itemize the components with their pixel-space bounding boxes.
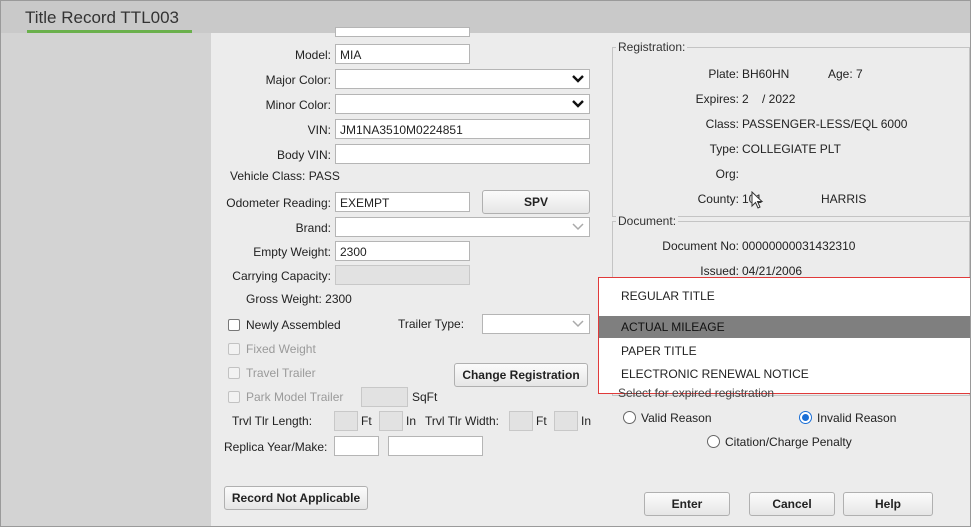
issued-value: 04/21/2006 [742, 264, 803, 278]
sqft-input[interactable] [361, 387, 408, 407]
registration-legend: Registration: [616, 40, 688, 54]
issued-label: Issued: [700, 264, 739, 278]
vin-label: VIN: [307, 123, 331, 137]
width-ft-label: Ft [536, 414, 547, 428]
class-label: Class: [705, 117, 739, 131]
vehicle-class-label: Vehicle Class: [230, 169, 306, 183]
travel-trailer-checkbox[interactable] [228, 367, 240, 379]
chevron-down-icon [572, 75, 584, 83]
gross-weight-value: 2300 [325, 292, 352, 306]
length-in-label: In [406, 414, 417, 428]
expires-label: Expires: [695, 92, 739, 106]
plate-value: BH60HN [742, 67, 790, 81]
vehicle-class-value: PASS [308, 169, 340, 183]
width-in-input[interactable] [554, 411, 578, 431]
minor-color-label: Minor Color: [265, 98, 331, 112]
brand-select[interactable] [335, 217, 590, 237]
gross-weight-label: Gross Weight: [246, 292, 322, 306]
title-type-dropdown[interactable]: REGULAR TITLE ACTUAL MILEAGE PAPER TITLE… [598, 277, 970, 394]
change-registration-button[interactable]: Change Registration [454, 363, 588, 387]
valid-reason-label: Valid Reason [641, 411, 712, 425]
vehicle-class: Vehicle Class: PASS [230, 169, 340, 183]
chevron-down-icon [572, 223, 584, 231]
fixed-weight-checkbox[interactable] [228, 343, 240, 355]
citation-penalty-label: Citation/Charge Penalty [725, 435, 852, 449]
age-value: 7 [856, 67, 863, 81]
body-vin-input[interactable] [335, 144, 590, 164]
doc-no-value: 00000000031432310 [742, 239, 856, 253]
travel-trailer-label: Travel Trailer [246, 366, 316, 380]
enter-button[interactable]: Enter [644, 492, 730, 516]
replica-make-input[interactable] [388, 436, 483, 456]
park-model-trailer-label: Park Model Trailer [246, 390, 344, 404]
fixed-weight-label: Fixed Weight [246, 342, 316, 356]
title-bar: Title Record TTL003 [1, 1, 970, 33]
carrying-capacity-label: Carrying Capacity: [232, 269, 331, 283]
window-title: Title Record TTL003 [25, 8, 180, 27]
year-input-partial[interactable] [335, 27, 470, 37]
help-button[interactable]: Help [843, 492, 933, 516]
invalid-reason-label: Invalid Reason [817, 411, 897, 425]
dropdown-option-electronic-renewal-notice[interactable]: ELECTRONIC RENEWAL NOTICE [599, 363, 970, 385]
odometer-label-text: Odometer Reading: [226, 196, 331, 210]
length-ft-input[interactable] [334, 411, 358, 431]
county-label: County: [697, 192, 739, 206]
odometer-label: Odometer Reading: [219, 196, 331, 210]
trailer-type-select[interactable] [482, 314, 590, 334]
title-record-window: Title Record TTL003 Model: MIA Major Col… [0, 0, 971, 527]
county-name: HARRIS [821, 192, 867, 206]
width-ft-input[interactable] [509, 411, 533, 431]
model-label: Model: [294, 48, 331, 62]
org-label: Org: [715, 167, 739, 181]
replica-year-input[interactable] [334, 436, 379, 456]
spv-button[interactable]: SPV [482, 190, 590, 214]
length-ft-label: Ft [361, 414, 372, 428]
cancel-button[interactable]: Cancel [749, 492, 835, 516]
valid-reason-radio[interactable] [623, 411, 636, 424]
document-legend: Document: [616, 214, 679, 228]
brand-label: Brand: [295, 221, 331, 235]
mouse-cursor-icon [751, 191, 764, 209]
plate-label: Plate: [708, 67, 739, 81]
type-value: COLLEGIATE PLT [742, 142, 841, 156]
empty-weight-label: Empty Weight: [253, 245, 331, 259]
dropdown-option-paper-title[interactable]: PAPER TITLE [599, 340, 970, 362]
left-panel [1, 33, 211, 526]
newly-assembled-label: Newly Assembled [246, 318, 341, 332]
vin-input[interactable]: JM1NA3510M0224851 [335, 119, 590, 139]
sqft-label: SqFt [412, 390, 438, 404]
dropdown-option-actual-mileage[interactable]: ACTUAL MILEAGE [599, 316, 970, 338]
major-color-label: Major Color: [265, 73, 331, 87]
chevron-down-icon [572, 100, 584, 108]
park-model-trailer-checkbox[interactable] [228, 391, 240, 403]
age-label: Age: [828, 67, 853, 81]
odometer-input[interactable]: EXEMPT [335, 192, 470, 212]
class-value: PASSENGER-LESS/EQL 6000 [742, 117, 908, 131]
minor-color-select[interactable] [335, 94, 590, 114]
expired-registration-hint: Select for expired registration [618, 386, 775, 400]
length-in-input[interactable] [379, 411, 403, 431]
invalid-reason-radio[interactable] [799, 411, 812, 424]
citation-penalty-radio[interactable] [707, 435, 720, 448]
trvl-tlr-length-label: Trvl Tlr Length: [232, 414, 313, 428]
record-not-applicable-button[interactable]: Record Not Applicable [224, 486, 368, 510]
carrying-capacity-input[interactable] [335, 265, 470, 285]
title-type-selected[interactable]: REGULAR TITLE [599, 285, 970, 307]
chevron-down-icon [572, 320, 584, 328]
expires-value: 2 / 2022 [742, 92, 796, 106]
age: Age: 7 [828, 67, 863, 81]
major-color-select[interactable] [335, 69, 590, 89]
trailer-type-label: Trailer Type: [398, 317, 465, 331]
newly-assembled-checkbox[interactable] [228, 319, 240, 331]
body-vin-label: Body VIN: [276, 148, 331, 162]
width-in-label: In [581, 414, 592, 428]
type-label: Type: [709, 142, 739, 156]
replica-label: Replica Year/Make: [224, 440, 328, 454]
trvl-tlr-width-label: Trvl Tlr Width: [425, 414, 499, 428]
doc-no-label: Document No: [662, 239, 739, 253]
model-input[interactable]: MIA [335, 44, 470, 64]
empty-weight-input[interactable]: 2300 [335, 241, 470, 261]
gross-weight: Gross Weight: 2300 [246, 292, 352, 306]
